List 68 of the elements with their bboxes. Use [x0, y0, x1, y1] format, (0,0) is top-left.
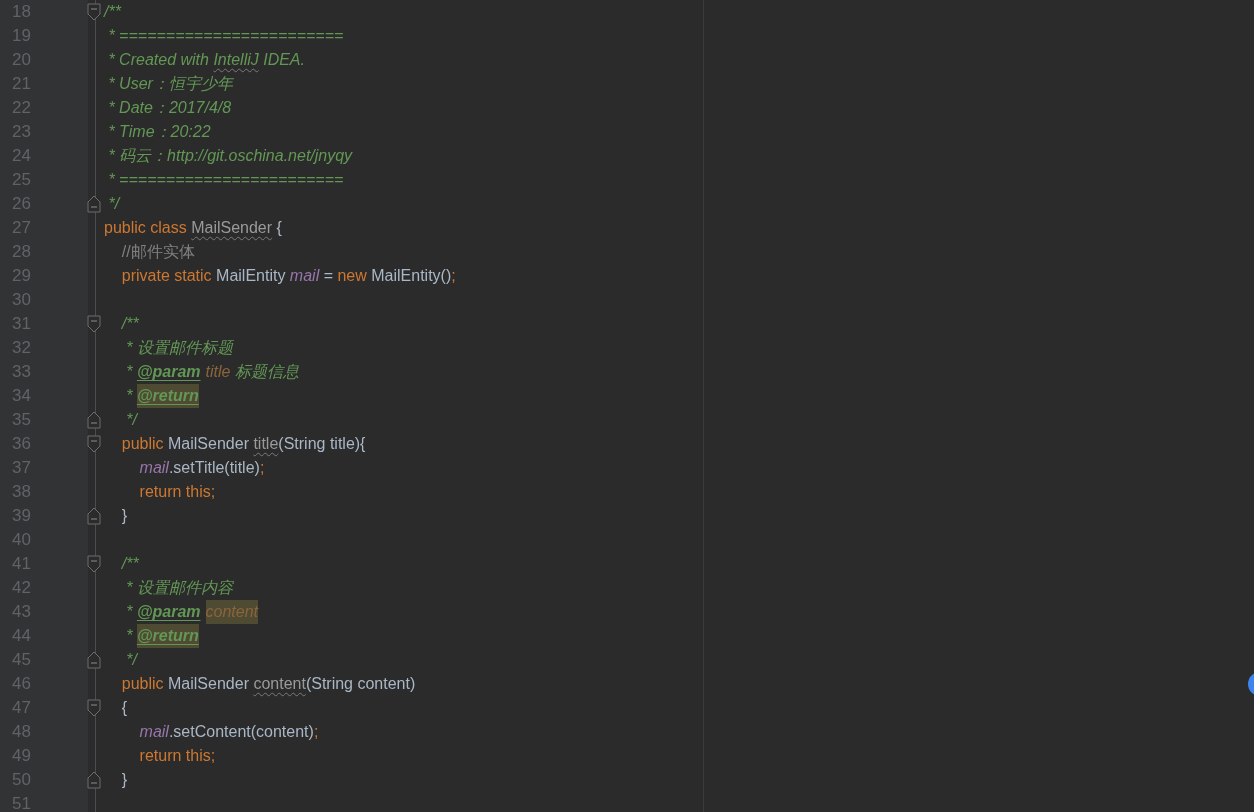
code-token: (String content) [305, 674, 416, 694]
code-token: //邮件实体 [120, 242, 195, 262]
code-token: * 设置邮件标题 [125, 338, 233, 358]
code-token: * 码云：http://git.oschina.net/jnyqy [107, 146, 353, 166]
code-token: */ [125, 410, 137, 430]
code-token: public [120, 674, 165, 694]
code-token: IntelliJ [213, 50, 259, 70]
code-token: * [125, 386, 134, 406]
code-token: * [125, 626, 134, 646]
code-token: content [205, 600, 258, 624]
code-token: * 设置邮件内容 [125, 578, 233, 598]
code-token: private static [120, 266, 213, 286]
code-token: content [253, 674, 306, 694]
code-token: { [120, 698, 128, 718]
code-token: /** [120, 314, 139, 334]
code-token: mail [138, 722, 169, 742]
fold-icon[interactable] [87, 699, 101, 717]
fold-icon[interactable] [87, 555, 101, 573]
code-token: } [120, 770, 128, 790]
code-token: */ [107, 194, 120, 214]
code-token: @return [136, 384, 199, 408]
code-token: return this; [138, 482, 216, 502]
code-token: { [275, 218, 282, 238]
code-token: @param [136, 362, 201, 382]
code-token: * [125, 362, 134, 382]
code-token: public [120, 434, 165, 454]
code-token: ; [451, 266, 456, 286]
unfold-icon[interactable] [87, 651, 101, 669]
code-token: MailEntity [216, 266, 287, 286]
code-token: * [125, 602, 134, 622]
code-token: public class [104, 218, 188, 238]
unfold-icon[interactable] [87, 507, 101, 525]
code-token: ; [313, 722, 319, 742]
code-token: @param [136, 602, 201, 622]
code-token: * Time：20:22 [107, 122, 211, 142]
code-token: MailSender [168, 434, 250, 454]
unfold-icon[interactable] [87, 195, 101, 213]
code-token: .setTitle(title) [168, 458, 260, 478]
code-token: .setContent(content) [168, 722, 314, 742]
fold-icon[interactable] [87, 435, 101, 453]
fold-icon[interactable] [87, 3, 101, 21]
code-token: } [120, 506, 128, 526]
code-token: * ======================== [107, 26, 344, 46]
code-token: * User：恒宇少年 [107, 74, 233, 94]
code-token: = [322, 266, 334, 286]
code-token: IDEA. [262, 50, 305, 70]
unfold-icon[interactable] [87, 771, 101, 789]
code-token: @return [136, 624, 199, 648]
code-token: * Date：2017/4/8 [107, 98, 232, 118]
code-token: new [337, 266, 368, 286]
code-token: return this; [138, 746, 216, 766]
unfold-icon[interactable] [87, 411, 101, 429]
code-token: /** [104, 2, 121, 22]
code-token: mail [138, 458, 169, 478]
code-token: MailSender [191, 218, 273, 238]
code-token: * ======================== [107, 170, 344, 190]
code-token: 标题信息 [233, 362, 299, 382]
code-token: * Created with [107, 50, 210, 70]
code-token: title [205, 362, 231, 382]
code-token: /** [120, 554, 139, 574]
code-token: */ [125, 650, 137, 670]
code-token: (String title){ [278, 434, 366, 454]
code-token: ; [259, 458, 265, 478]
fold-icon[interactable] [87, 315, 101, 333]
code-token: title [253, 434, 279, 454]
code-token: MailEntity() [371, 266, 452, 286]
code-token: MailSender [168, 674, 250, 694]
code-token: mail [289, 266, 320, 286]
